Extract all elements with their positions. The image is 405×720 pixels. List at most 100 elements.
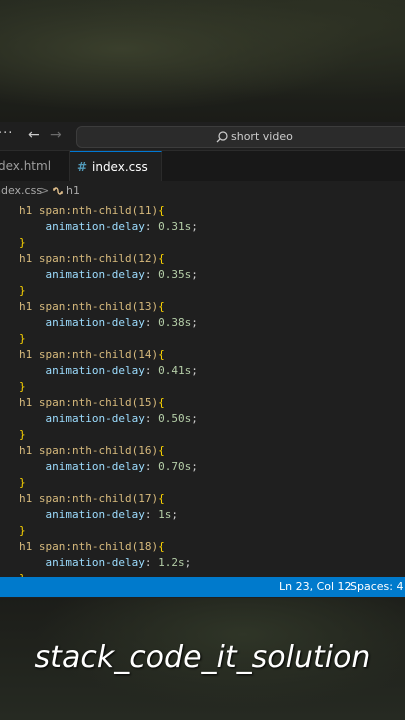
code-token: } [19,428,26,441]
breadcrumb-symbol[interactable]: h1 [66,181,80,201]
code-token: { [158,204,165,217]
code-line: } [19,235,26,251]
breadcrumb: ndex.css > h1 [0,181,405,201]
command-center-search[interactable]: short video [76,126,405,148]
tab-index-css[interactable]: # index.css [70,151,162,181]
code-token: animation-delay [19,268,145,281]
code-token: ; [191,412,198,425]
code-token: 1s [158,508,172,521]
code-token: } [19,380,26,393]
code-token: { [158,348,165,361]
code-token: ; [171,508,178,521]
code-token: { [158,444,165,457]
code-token: : [144,364,159,377]
code-token: h1 span:nth-child(13) [19,300,159,313]
code-token: ; [184,556,192,569]
code-token: } [19,524,26,537]
code-line: animation-delay: 0.38s; [19,315,198,331]
code-line: h1 span:nth-child(13){ [19,299,165,315]
code-line: animation-delay: 0.41s; [19,363,198,379]
code-token: : [144,220,159,233]
breadcrumb-file[interactable]: ndex.css [0,181,42,201]
code-token: animation-delay [19,508,145,521]
cursor-position[interactable]: Ln 23, Col 12 [279,577,352,597]
code-line: h1 span:nth-child(16){ [19,443,165,459]
tab-label: index.css [92,160,148,174]
arrow-left-icon[interactable]: ← [28,127,40,143]
code-line: } [19,475,26,491]
search-icon [216,131,228,143]
code-line: h1 span:nth-child(18){ [19,539,165,555]
code-token: : [144,556,159,569]
code-token: ; [191,268,198,281]
code-token: 0.70s [158,460,192,473]
code-token: ; [191,220,198,233]
code-token: : [144,508,159,521]
code-token: : [144,412,159,425]
code-token: animation-delay [19,460,145,473]
search-text: short video [231,130,293,143]
code-token: animation-delay [19,556,145,569]
code-token: ; [191,364,198,377]
tab-bar: dex.html # index.css [0,151,405,182]
code-token: { [158,300,165,313]
code-token: h1 span:nth-child(11) [19,204,159,217]
code-token: { [158,396,165,409]
indentation-setting[interactable]: Spaces: 4 [350,577,403,597]
vscode-window: ··· ← → short video dex.html # index.css… [0,122,405,598]
code-line: animation-delay: 1.2s; [19,555,191,571]
breadcrumb-separator: > [40,184,50,197]
code-line: animation-delay: 0.70s; [19,459,198,475]
code-token: ; [191,316,198,329]
css-file-icon: # [77,160,88,174]
video-background-top [0,0,405,122]
code-token: } [19,236,26,249]
code-token: animation-delay [19,364,145,377]
code-token: } [19,332,26,345]
code-token: : [144,268,159,281]
symbol-icon [53,187,63,195]
tab-label: dex.html [0,159,52,173]
code-line: animation-delay: 0.50s; [19,411,198,427]
code-line: h1 span:nth-child(11){ [19,203,165,219]
code-editor[interactable]: h1 span:nth-child(11){ animation-delay: … [0,201,405,577]
code-token: { [158,252,165,265]
code-token: 0.50s [158,412,192,425]
code-token: 1.2s [158,556,185,569]
code-token: h1 span:nth-child(15) [19,396,159,409]
arrow-right-icon[interactable]: → [50,127,62,143]
code-line: animation-delay: 1s; [19,507,178,523]
code-line: h1 span:nth-child(15){ [19,395,165,411]
code-line: h1 span:nth-child(14){ [19,347,165,363]
code-token: h1 span:nth-child(17) [19,492,159,505]
code-line: animation-delay: 0.31s; [19,219,198,235]
code-token: h1 span:nth-child(18) [19,540,159,553]
title-bar: ··· ← → short video [0,122,405,151]
code-line: } [19,427,26,443]
code-token: h1 span:nth-child(16) [19,444,159,457]
code-token: 0.31s [158,220,192,233]
code-token: animation-delay [19,412,145,425]
code-token: h1 span:nth-child(14) [19,348,159,361]
code-token: { [158,540,165,553]
watermark-caption: stack_code_it_solution [34,640,371,675]
code-line: } [19,283,26,299]
code-token: : [144,316,159,329]
code-line: animation-delay: 0.35s; [19,267,198,283]
code-line: } [19,331,26,347]
code-line: h1 span:nth-child(17){ [19,491,165,507]
code-line: } [19,379,26,395]
more-icon[interactable]: ··· [0,126,13,141]
status-bar: Ln 23, Col 12 Spaces: 4 [0,577,405,597]
code-token: { [158,492,165,505]
code-token: } [19,284,26,297]
code-token: animation-delay [19,316,145,329]
code-token: } [19,476,26,489]
code-token: h1 span:nth-child(12) [19,252,159,265]
code-token: animation-delay [19,220,145,233]
tab-index-html[interactable]: dex.html [0,151,70,181]
code-line: h1 span:nth-child(12){ [19,251,165,267]
code-token: 0.38s [158,316,192,329]
code-token: ; [191,460,198,473]
code-line: } [19,523,26,539]
